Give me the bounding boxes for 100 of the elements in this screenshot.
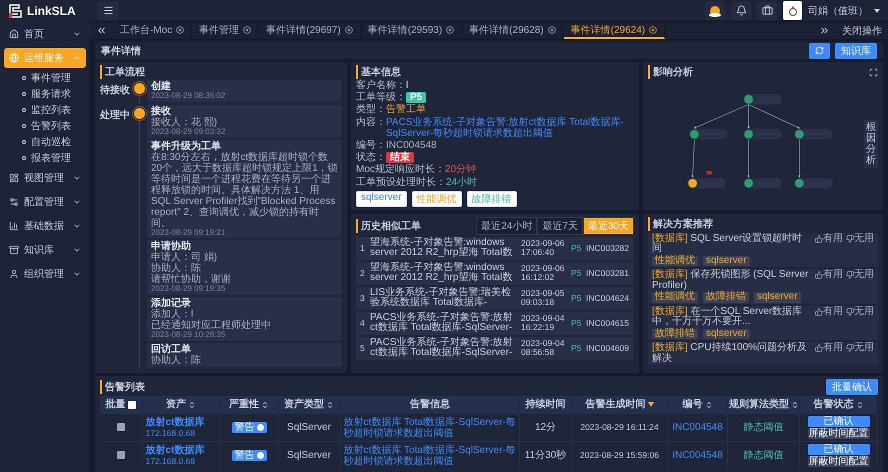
nav-subitem[interactable]: 自动巡检 — [0, 134, 90, 150]
caret-icon[interactable] — [874, 8, 880, 12]
field-label: 工单等级： — [356, 92, 406, 104]
row-checkbox[interactable] — [116, 423, 125, 432]
field-label: 工单预设处理时长： — [356, 176, 446, 188]
nav-item[interactable]: 基础数据 — [4, 216, 86, 236]
user-name[interactable]: 司娟（值班） — [808, 4, 868, 18]
tab[interactable]: 事件详情(29593) — [360, 22, 462, 39]
asset-link[interactable]: 放射ct数据库 — [146, 416, 216, 428]
sort-icon[interactable] — [704, 400, 712, 409]
close-icon[interactable] — [243, 26, 252, 34]
number-link[interactable]: INC004548 — [668, 442, 728, 469]
sort-icon[interactable] — [261, 400, 269, 409]
close-icon[interactable] — [548, 26, 556, 34]
column-header: 编号 — [668, 396, 728, 414]
sort-descending-icon[interactable] — [648, 402, 654, 408]
close-icon[interactable] — [446, 26, 454, 34]
mute-config-button[interactable]: 屏蔽时间配置 — [808, 428, 870, 439]
nav-item[interactable]: 组织管理 — [4, 264, 86, 284]
useful-button[interactable]: 有用 — [815, 270, 843, 281]
number-link[interactable]: INC004548 — [668, 414, 728, 442]
nav-item[interactable]: 配置管理 — [4, 192, 86, 212]
entry-text: 请帮忙协助，谢谢 — [151, 274, 232, 286]
solution-title[interactable]: [数据库] SQL Server设置锁超时时间 — [652, 234, 812, 255]
field-value: 24小时 — [446, 176, 478, 188]
nav-item[interactable]: 知识库 — [4, 240, 86, 260]
tab[interactable]: 事件管理 — [192, 22, 260, 39]
nav-icon — [9, 245, 19, 255]
nav-subitem[interactable]: 服务请求 — [0, 86, 90, 102]
useful-button[interactable]: 有用 — [815, 306, 843, 318]
content-link[interactable]: PACS业务系统-子对象告警:放射ct数据库 Total数据库-SqlServer-每秒超时锁请求数超出阈值 — [386, 116, 634, 139]
tag: 故障排错 — [652, 328, 698, 340]
sort-icon[interactable] — [856, 400, 864, 409]
useless-button[interactable]: 无用 — [846, 343, 874, 354]
sort-icon[interactable] — [188, 400, 196, 409]
solution-title[interactable]: [数据库] CPU持续100%问题分析及解决 — [652, 343, 812, 364]
row-checkbox[interactable] — [116, 451, 125, 460]
thumbs-down-icon — [846, 344, 854, 352]
thumbs-up-icon — [815, 271, 823, 280]
nav-subitem[interactable]: 监控列表 — [0, 102, 90, 118]
table-cell: 静态阈值 — [728, 442, 800, 469]
chevron-down-icon — [73, 222, 81, 230]
useful-button[interactable]: 有用 — [815, 234, 843, 244]
alert-info-link[interactable]: 放射ct数据库 Total数据库-SqlServer-每秒超时锁请求数超出阈值 — [340, 442, 520, 469]
solution-title[interactable]: [数据库] 保存死锁图形 (SQL Server Profiler) — [652, 270, 812, 292]
circle-icon — [256, 424, 264, 431]
asset-ip: 172.168.0.68 — [146, 428, 196, 438]
briefcase-icon — [762, 5, 772, 16]
nav-icon — [9, 269, 19, 279]
useless-button[interactable]: 无用 — [846, 270, 874, 281]
sort-icon[interactable] — [326, 400, 334, 409]
entry-text: 协助人：陈 — [151, 263, 202, 274]
tab[interactable]: 事件详情(29624) — [564, 22, 666, 39]
useful-button[interactable]: 有用 — [815, 343, 843, 354]
filter-button[interactable]: 最近7天 — [537, 216, 583, 235]
tab[interactable]: 事件详情(29628) — [462, 22, 564, 39]
nav-subitem[interactable]: 报表管理 — [0, 150, 90, 166]
weather-button[interactable] — [705, 2, 725, 20]
close-icon[interactable] — [176, 26, 184, 34]
briefcase-button[interactable] — [757, 2, 777, 20]
tab[interactable]: 工作台-Moc — [113, 22, 192, 39]
field-value: INC004548 — [386, 140, 437, 152]
nav-item[interactable]: 首页 — [4, 24, 86, 44]
sort-icon[interactable] — [791, 400, 799, 409]
filter-button[interactable]: 最近24小时 — [476, 216, 538, 235]
useless-button[interactable]: 无用 — [846, 234, 874, 244]
close-actions-button[interactable]: 关闭操作 — [836, 22, 888, 39]
menu-button[interactable] — [98, 2, 118, 20]
asset-link[interactable]: 放射ct数据库 — [146, 444, 216, 456]
solution-title[interactable]: [数据库] 在一个SQL Server数据库中，千万千万不要开... — [652, 306, 812, 328]
avatar[interactable] — [783, 1, 802, 20]
nav-subitem[interactable]: 告警列表 — [0, 118, 90, 134]
tag: sqlserver — [754, 292, 801, 303]
select-all-checkbox[interactable] — [128, 400, 136, 409]
double-chevron-left-icon — [96, 25, 107, 36]
fullscreen-icon[interactable] — [869, 68, 878, 76]
side-tab[interactable]: 根因分析 — [864, 120, 878, 168]
close-icon[interactable] — [649, 26, 658, 34]
nav-icon — [9, 221, 19, 231]
tab[interactable]: 事件详情(29697) — [259, 22, 361, 39]
column-header: 资产类型 — [278, 396, 340, 414]
sun-cloud-icon — [708, 4, 722, 16]
page-title: 事件详情 — [101, 44, 142, 58]
mute-config-button[interactable]: 屏蔽时间配置 — [808, 456, 870, 467]
field-label: 编号： — [356, 140, 386, 152]
nav-subitem[interactable]: 事件管理 — [0, 70, 90, 86]
entry-title: 回访工单 — [151, 344, 192, 355]
brand-name: LinkSLA — [27, 4, 76, 18]
close-icon[interactable] — [344, 26, 353, 34]
refresh-button[interactable] — [809, 42, 830, 58]
nav-item[interactable]: 视图管理 — [4, 168, 86, 188]
avatar-icon — [788, 6, 798, 16]
thumbs-up-icon — [815, 308, 823, 316]
entry-title: 添加记录 — [151, 298, 192, 310]
useless-button[interactable]: 无用 — [846, 306, 874, 318]
notification-button[interactable] — [731, 2, 751, 20]
panel-title: 影响分析 — [648, 65, 865, 79]
column-header: 资产 — [142, 396, 220, 414]
alert-info-link[interactable]: 放射ct数据库 Total数据库-SqlServer-每秒超时锁请求数超出阈值 — [340, 414, 520, 442]
entry-title: 申请协助 — [151, 241, 191, 252]
